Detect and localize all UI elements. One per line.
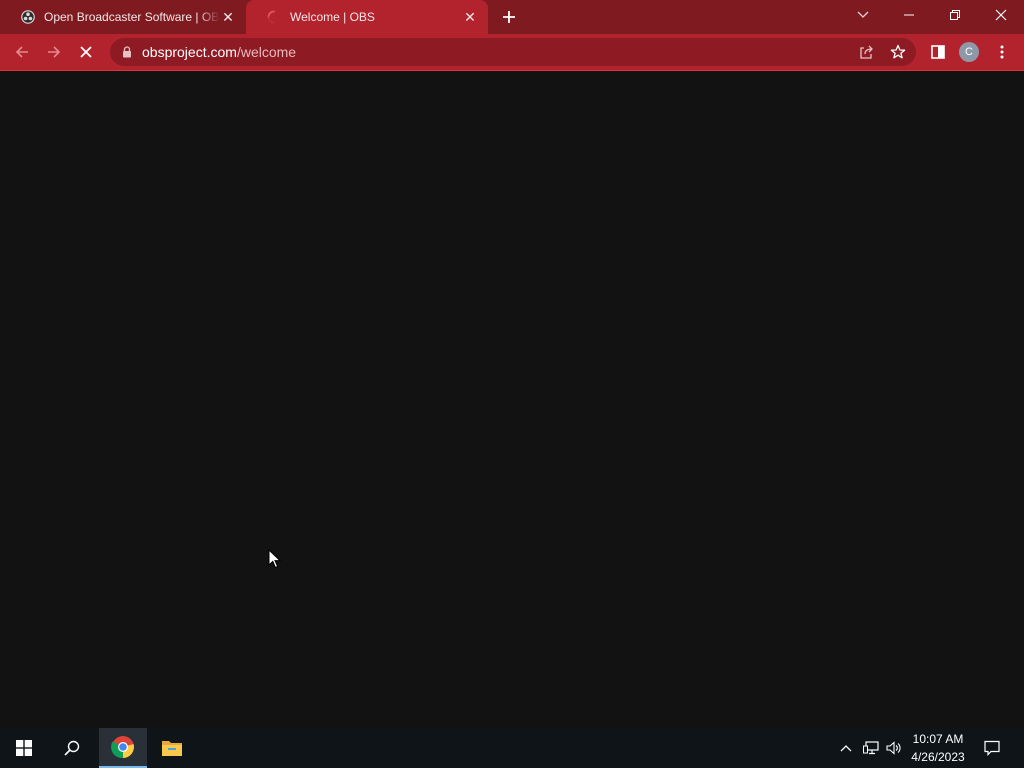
tab-search-button[interactable] xyxy=(840,0,886,30)
close-tab-icon[interactable]: ✕ xyxy=(462,9,478,25)
side-panel-button[interactable] xyxy=(924,38,952,66)
minimize-button[interactable] xyxy=(886,0,932,30)
share-icon[interactable] xyxy=(858,44,874,60)
network-icon xyxy=(863,741,879,755)
arrow-right-icon xyxy=(48,46,61,58)
taskbar-file-explorer[interactable] xyxy=(148,728,196,768)
close-tab-icon[interactable]: ✕ xyxy=(220,9,236,25)
back-button[interactable] xyxy=(8,38,36,66)
page-viewport xyxy=(0,71,1024,728)
tray-network-button[interactable] xyxy=(860,728,882,768)
close-icon xyxy=(995,9,1007,21)
restore-icon xyxy=(950,10,960,20)
lock-icon[interactable] xyxy=(120,45,134,59)
minimize-icon xyxy=(904,14,914,16)
url-text[interactable]: obsproject.com/welcome xyxy=(142,44,296,60)
browser-toolbar: obsproject.com/welcome C xyxy=(0,34,1024,71)
address-bar[interactable]: obsproject.com/welcome xyxy=(110,38,916,66)
taskbar-chrome[interactable] xyxy=(99,728,147,768)
windows-start-icon xyxy=(16,740,32,756)
search-icon xyxy=(64,740,80,756)
new-tab-button[interactable] xyxy=(498,7,520,27)
obs-logo-icon xyxy=(20,9,36,25)
plus-icon xyxy=(503,11,515,23)
taskbar: 10:07 AM 4/26/2023 xyxy=(0,728,1024,768)
chevron-down-icon xyxy=(857,11,869,18)
clock-date: 4/26/2023 xyxy=(911,750,965,764)
tray-show-hidden-button[interactable] xyxy=(836,728,856,768)
arrow-left-icon xyxy=(15,46,28,58)
chrome-icon xyxy=(111,736,134,759)
url-host: obsproject.com xyxy=(142,44,237,60)
taskbar-search-button[interactable] xyxy=(48,728,96,768)
close-window-button[interactable] xyxy=(978,0,1024,30)
tab-welcome[interactable]: Welcome | OBS ✕ xyxy=(246,0,488,34)
notification-icon xyxy=(984,740,1000,756)
tab-strip: Open Broadcaster Software | OBS ✕ Welcom… xyxy=(0,0,1024,34)
close-icon xyxy=(80,46,92,58)
profile-avatar[interactable]: C xyxy=(959,42,979,62)
file-explorer-icon xyxy=(162,741,182,756)
bookmark-star-icon[interactable] xyxy=(890,44,906,60)
tab-title: Welcome | OBS xyxy=(290,10,375,24)
clock-time: 10:07 AM xyxy=(912,732,964,746)
more-vertical-icon xyxy=(1000,45,1004,59)
taskbar-clock[interactable]: 10:07 AM 4/26/2023 xyxy=(904,730,972,766)
tray-volume-button[interactable] xyxy=(884,728,904,768)
speaker-icon xyxy=(886,741,901,755)
action-center-button[interactable] xyxy=(980,728,1004,768)
tab-obs-home[interactable]: Open Broadcaster Software | OBS ✕ xyxy=(0,0,246,34)
mouse-cursor-icon xyxy=(268,549,282,569)
url-path: /welcome xyxy=(236,44,297,60)
chevron-up-icon xyxy=(840,745,852,752)
stop-loading-button[interactable] xyxy=(72,38,100,66)
menu-button[interactable] xyxy=(988,38,1016,66)
tab-title: Open Broadcaster Software | OBS xyxy=(44,10,220,24)
start-button[interactable] xyxy=(0,728,48,768)
side-panel-icon xyxy=(931,45,945,59)
forward-button[interactable] xyxy=(40,38,68,66)
loading-spinner-icon xyxy=(266,9,282,25)
restore-button[interactable] xyxy=(932,0,978,30)
